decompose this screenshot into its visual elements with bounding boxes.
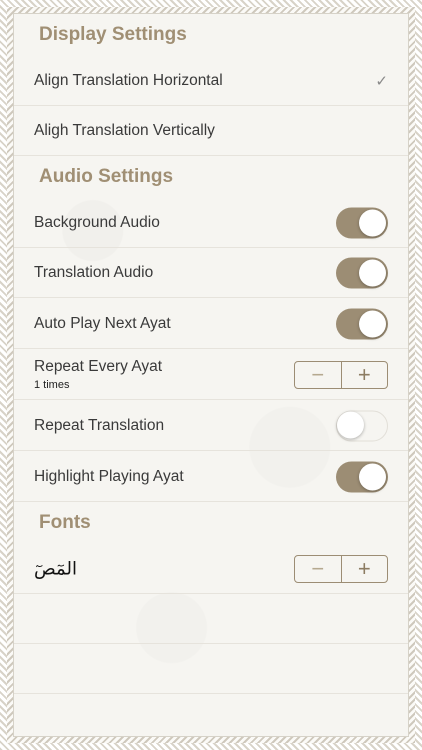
toggle-knob — [359, 259, 386, 286]
audio-settings-header: Audio Settings — [39, 166, 174, 187]
toggle-knob — [359, 463, 386, 490]
display-settings-header: Display Settings — [39, 24, 187, 45]
translation-audio-label: Translation Audio — [34, 263, 154, 281]
align-vertical-row[interactable]: Aligh Translation Vertically — [14, 106, 408, 156]
empty-row — [14, 644, 408, 694]
toggle-knob — [337, 411, 364, 439]
auto-play-row: Auto Play Next Ayat — [14, 299, 408, 349]
auto-play-label: Auto Play Next Ayat — [34, 314, 171, 332]
repeat-increment-button[interactable]: + — [342, 362, 388, 388]
empty-row — [14, 694, 408, 736]
align-horizontal-label: Align Translation Horizontal — [34, 71, 223, 89]
align-vertical-label: Aligh Translation Vertically — [34, 121, 215, 139]
highlight-row: Highlight Playing Ayat — [14, 452, 408, 502]
settings-page: Display Settings Align Translation Horiz… — [13, 13, 409, 737]
translation-audio-row: Translation Audio — [14, 248, 408, 298]
font-increment-button[interactable]: + — [342, 556, 388, 582]
repeat-every-label: Repeat Every Ayat — [34, 358, 163, 375]
repeat-decrement-button[interactable]: − — [295, 361, 342, 388]
repeat-count-value: 1 times — [34, 379, 70, 391]
font-size-row: المٓصٓ − + — [14, 544, 408, 594]
background-audio-row: Background Audio — [14, 198, 408, 248]
arabic-font-sample: المٓصٓ — [34, 558, 77, 579]
font-size-stepper: − + — [294, 554, 388, 583]
highlight-label: Highlight Playing Ayat — [34, 467, 184, 485]
font-decrement-button[interactable]: − — [295, 555, 342, 582]
repeat-every-row: Repeat Every Ayat 1 times − + — [14, 350, 408, 400]
background-audio-toggle[interactable] — [336, 207, 388, 238]
repeat-stepper: − + — [294, 360, 388, 389]
repeat-translation-row: Repeat Translation — [14, 401, 408, 451]
repeat-translation-label: Repeat Translation — [34, 416, 165, 434]
background-audio-label: Background Audio — [34, 213, 160, 231]
toggle-knob — [359, 310, 386, 337]
toggle-knob — [359, 209, 386, 236]
repeat-translation-toggle[interactable] — [336, 410, 388, 441]
fonts-header: Fonts — [39, 512, 91, 533]
align-horizontal-row[interactable]: Align Translation Horizontal ✓ — [14, 56, 408, 106]
highlight-toggle[interactable] — [336, 461, 388, 492]
translation-audio-toggle[interactable] — [336, 257, 388, 288]
empty-row — [14, 594, 408, 644]
checkmark-icon: ✓ — [375, 72, 388, 90]
auto-play-toggle[interactable] — [336, 308, 388, 339]
